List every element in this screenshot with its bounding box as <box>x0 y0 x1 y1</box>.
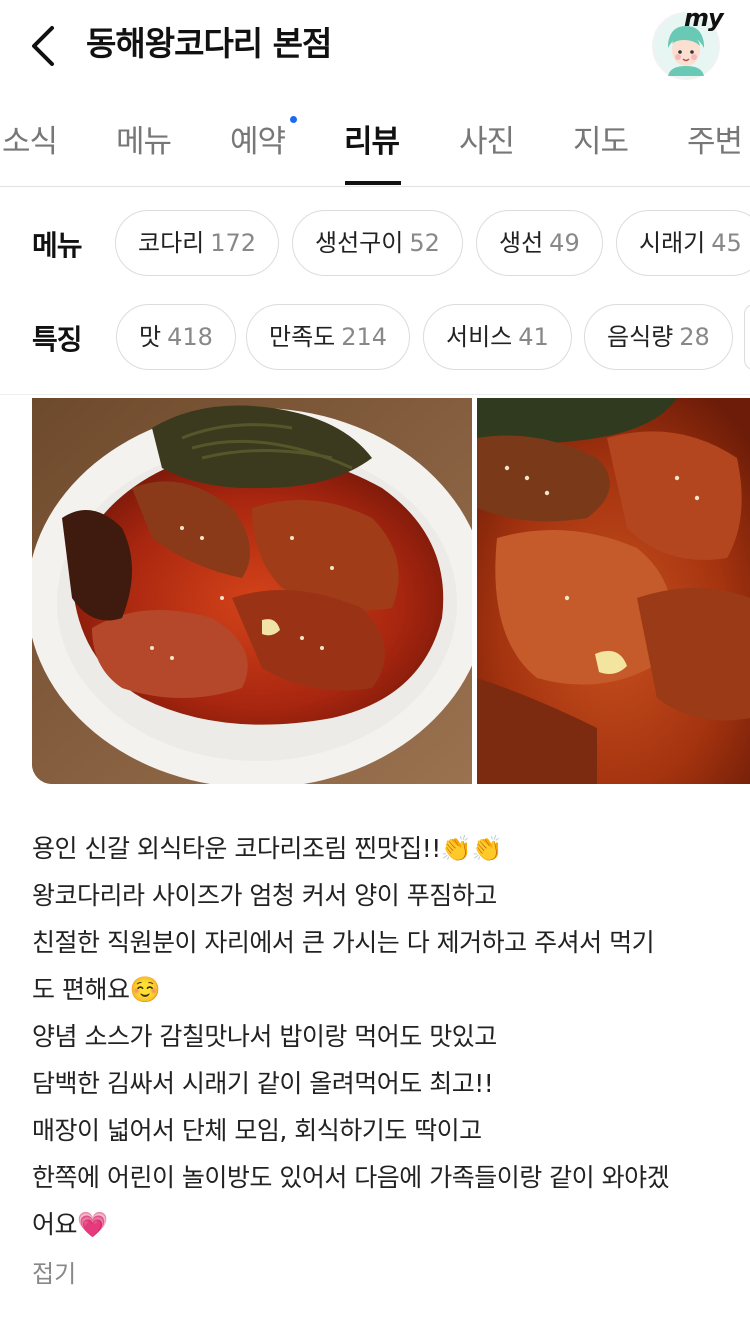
chip-count: 49 <box>549 229 580 257</box>
chip-name: 음식량 <box>607 323 674 351</box>
review-photos <box>32 398 750 784</box>
chip-name: 생선구이 <box>315 229 404 257</box>
chip-name: 시래기 <box>639 229 706 257</box>
chip-count: 172 <box>210 229 257 257</box>
tab-reservation[interactable]: 예약 <box>230 116 286 161</box>
app-header: 동해왕코다리 본점 my <box>0 0 750 92</box>
tab-reviews[interactable]: 리뷰 <box>344 116 400 161</box>
feature-filter-row: 특징 맛 418 만족도 214 서비스 41 음식량 28 <box>0 304 750 374</box>
fold-button[interactable]: 접기 <box>32 1254 76 1289</box>
braised-fish-closeup-photo <box>477 398 750 784</box>
chip-count: 28 <box>679 323 710 351</box>
chip-name: 맛 <box>139 323 162 351</box>
tab-photos[interactable]: 사진 <box>459 116 515 161</box>
review-line: 매장이 넓어서 단체 모임, 회식하기도 딱이고 <box>32 1116 482 1145</box>
chip-count: 214 <box>341 323 388 351</box>
review-photo-2[interactable] <box>477 398 750 784</box>
chip-siraegi[interactable]: 시래기 45 <box>616 210 750 276</box>
chip-count: 52 <box>409 229 440 257</box>
chip-name: 생선 <box>499 229 544 257</box>
chip-service[interactable]: 서비스 41 <box>423 304 572 370</box>
page-title: 동해왕코다리 본점 <box>86 24 332 63</box>
chip-name: 만족도 <box>269 323 336 351</box>
chip-more-partial[interactable] <box>744 304 750 370</box>
menu-filter-label: 메뉴 <box>32 229 83 262</box>
active-tab-underline <box>345 181 401 185</box>
chip-count: 41 <box>518 323 549 351</box>
tab-nearby[interactable]: 주변 <box>687 116 743 161</box>
review-photo-1[interactable] <box>32 398 472 784</box>
review-line: 용인 신갈 외식타운 코다리조림 찐맛집!!👏👏 <box>32 834 503 863</box>
tab-map[interactable]: 지도 <box>573 116 629 161</box>
chip-grilled-fish[interactable]: 생선구이 52 <box>292 210 463 276</box>
chip-count: 418 <box>167 323 213 351</box>
feature-filter-label: 특징 <box>32 323 83 356</box>
review-line: 도 편해요☺️ <box>32 975 161 1004</box>
tab-news[interactable]: 소식 <box>2 116 58 161</box>
chip-name: 코다리 <box>138 229 205 257</box>
review-line: 양념 소스가 감칠맛나서 밥이랑 먹어도 맛있고 <box>32 1022 497 1051</box>
chip-satisfaction[interactable]: 만족도 214 <box>246 304 411 370</box>
review-line: 왕코다리라 사이즈가 엄청 커서 양이 푸짐하고 <box>32 881 497 910</box>
new-indicator-dot <box>290 116 297 123</box>
braised-fish-photo <box>32 398 472 784</box>
my-label: my <box>684 4 724 32</box>
chip-count: 45 <box>711 229 742 257</box>
review-line: 친절한 직원분이 자리에서 큰 가시는 다 제거하고 주셔서 먹기 <box>32 928 655 957</box>
tab-bar: 소식 메뉴 예약 리뷰 사진 지도 주변 <box>0 100 750 187</box>
review-line: 담백한 김싸서 시래기 같이 올려먹어도 최고!! <box>32 1069 494 1098</box>
review-line: 한쪽에 어린이 놀이방도 있어서 다음에 가족들이랑 같이 와야겠 <box>32 1163 670 1192</box>
divider <box>0 394 750 395</box>
review-line: 어요💗 <box>32 1210 108 1239</box>
chip-name: 서비스 <box>446 323 513 351</box>
chip-fish[interactable]: 생선 49 <box>476 210 603 276</box>
tab-menu[interactable]: 메뉴 <box>116 116 172 161</box>
back-button[interactable] <box>26 22 66 70</box>
review-body: 용인 신갈 외식타운 코다리조림 찐맛집!!👏👏 왕코다리라 사이즈가 엄청 커… <box>32 825 732 1248</box>
chip-portion[interactable]: 음식량 28 <box>584 304 733 370</box>
menu-filter-row: 메뉴 코다리 172 생선구이 52 생선 49 시래기 45 <box>0 210 750 280</box>
chevron-left-icon <box>32 26 54 66</box>
chip-taste[interactable]: 맛 418 <box>116 304 236 370</box>
chip-kodari[interactable]: 코다리 172 <box>115 210 280 276</box>
